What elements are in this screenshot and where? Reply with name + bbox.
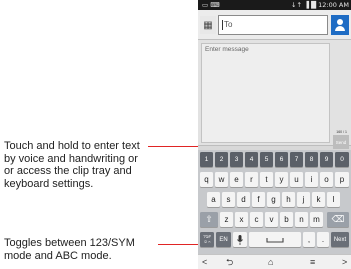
key-l[interactable]: l bbox=[327, 192, 340, 207]
nav-right-arrow-icon[interactable]: > bbox=[342, 256, 347, 269]
key-3[interactable]: 3 bbox=[230, 152, 243, 167]
callout-line: mode and ABC mode. bbox=[4, 249, 112, 262]
send-button[interactable]: Send bbox=[333, 135, 349, 149]
recipient-bar: ▦ To bbox=[198, 10, 351, 40]
key-d[interactable]: d bbox=[237, 192, 250, 207]
compose-area: Enter message 160 / 1 Send 📎 bbox=[198, 40, 351, 169]
key-b[interactable]: b bbox=[280, 212, 293, 227]
key-m[interactable]: m bbox=[310, 212, 323, 227]
menu-icon[interactable]: ≡ bbox=[310, 256, 315, 269]
key-2[interactable]: 2 bbox=[215, 152, 228, 167]
key-h[interactable]: h bbox=[282, 192, 295, 207]
microphone-icon[interactable] bbox=[233, 232, 247, 247]
key-1[interactable]: 1 bbox=[200, 152, 213, 167]
backspace-icon[interactable]: ⌫ bbox=[327, 212, 349, 227]
sym-label-bottom: ☺⌢ bbox=[203, 238, 211, 244]
person-head bbox=[337, 19, 343, 25]
status-bar: ▭ ⌨ ↓↑ ▐ █ 12:00 AM bbox=[198, 0, 351, 10]
key-6[interactable]: 6 bbox=[275, 152, 288, 167]
key-y[interactable]: y bbox=[275, 172, 288, 187]
comma-key[interactable]: , bbox=[303, 232, 315, 247]
sym-toggle-callout: Toggles between 123/SYM mode and ABC mod… bbox=[4, 237, 164, 262]
callout-line: Toggles between 123/SYM bbox=[4, 237, 135, 249]
key-7[interactable]: 7 bbox=[290, 152, 303, 167]
key-t[interactable]: t bbox=[260, 172, 273, 187]
recipient-placeholder: To bbox=[224, 20, 233, 29]
key-a[interactable]: a bbox=[207, 192, 220, 207]
phone-screen: ▭ ⌨ ↓↑ ▐ █ 12:00 AM ▦ To Enter message 1… bbox=[198, 0, 351, 269]
key-s[interactable]: s bbox=[222, 192, 235, 207]
microphone-glyph bbox=[237, 234, 243, 245]
key-v[interactable]: v bbox=[265, 212, 278, 227]
key-4[interactable]: 4 bbox=[245, 152, 258, 167]
key-i[interactable]: i bbox=[305, 172, 318, 187]
text-cursor bbox=[222, 19, 223, 30]
message-placeholder: Enter message bbox=[205, 46, 249, 53]
message-input[interactable]: Enter message bbox=[201, 43, 330, 143]
key-j[interactable]: j bbox=[297, 192, 310, 207]
key-5[interactable]: 5 bbox=[260, 152, 273, 167]
callout-line: or access the clip tray and bbox=[4, 165, 132, 177]
key-f[interactable]: f bbox=[252, 192, 265, 207]
key-w[interactable]: w bbox=[215, 172, 228, 187]
key-g[interactable]: g bbox=[267, 192, 280, 207]
callout-line: keyboard settings. bbox=[4, 177, 94, 190]
key-r[interactable]: r bbox=[245, 172, 258, 187]
sym-toggle-key[interactable]: ?1# ☺⌢ bbox=[200, 232, 214, 247]
key-x[interactable]: x bbox=[235, 212, 248, 227]
period-key[interactable]: . bbox=[317, 232, 329, 247]
status-left-icons: ▭ ⌨ bbox=[202, 1, 220, 9]
space-bar-icon[interactable] bbox=[249, 232, 301, 247]
space-glyph bbox=[266, 237, 284, 243]
key-u[interactable]: u bbox=[290, 172, 303, 187]
navigation-bar: < ⮌ ⌂ ≡ > bbox=[198, 254, 351, 269]
key-n[interactable]: n bbox=[295, 212, 308, 227]
language-key[interactable]: EN bbox=[216, 232, 231, 247]
key-q[interactable]: q bbox=[200, 172, 213, 187]
next-key[interactable]: Next bbox=[331, 232, 349, 247]
back-icon[interactable]: ⮌ bbox=[226, 256, 233, 269]
character-counter: 160 / 1 bbox=[336, 130, 347, 134]
shift-icon[interactable]: ⇧ bbox=[200, 212, 218, 227]
keyboard: 1 2 3 4 5 6 7 8 9 0 q w e r t y u i o p … bbox=[198, 150, 351, 254]
nav-left-arrow-icon[interactable]: < bbox=[202, 256, 207, 269]
contact-card-icon[interactable]: ▦ bbox=[200, 16, 216, 34]
recipient-input[interactable]: To bbox=[218, 15, 328, 35]
key-0[interactable]: 0 bbox=[335, 152, 349, 167]
key-o[interactable]: o bbox=[320, 172, 333, 187]
key-z[interactable]: z bbox=[220, 212, 233, 227]
callout-line: by voice and handwriting or bbox=[4, 152, 138, 165]
key-p[interactable]: p bbox=[335, 172, 349, 187]
person-body bbox=[335, 26, 345, 31]
key-8[interactable]: 8 bbox=[305, 152, 318, 167]
key-c[interactable]: c bbox=[250, 212, 263, 227]
status-right-info: ↓↑ ▐ █ 12:00 AM bbox=[291, 1, 349, 9]
key-k[interactable]: k bbox=[312, 192, 325, 207]
key-e[interactable]: e bbox=[230, 172, 243, 187]
home-icon[interactable]: ⌂ bbox=[268, 256, 273, 269]
voice-input-callout: Touch and hold to enter text by voice an… bbox=[4, 140, 179, 190]
person-icon[interactable] bbox=[331, 15, 349, 35]
key-9[interactable]: 9 bbox=[320, 152, 333, 167]
